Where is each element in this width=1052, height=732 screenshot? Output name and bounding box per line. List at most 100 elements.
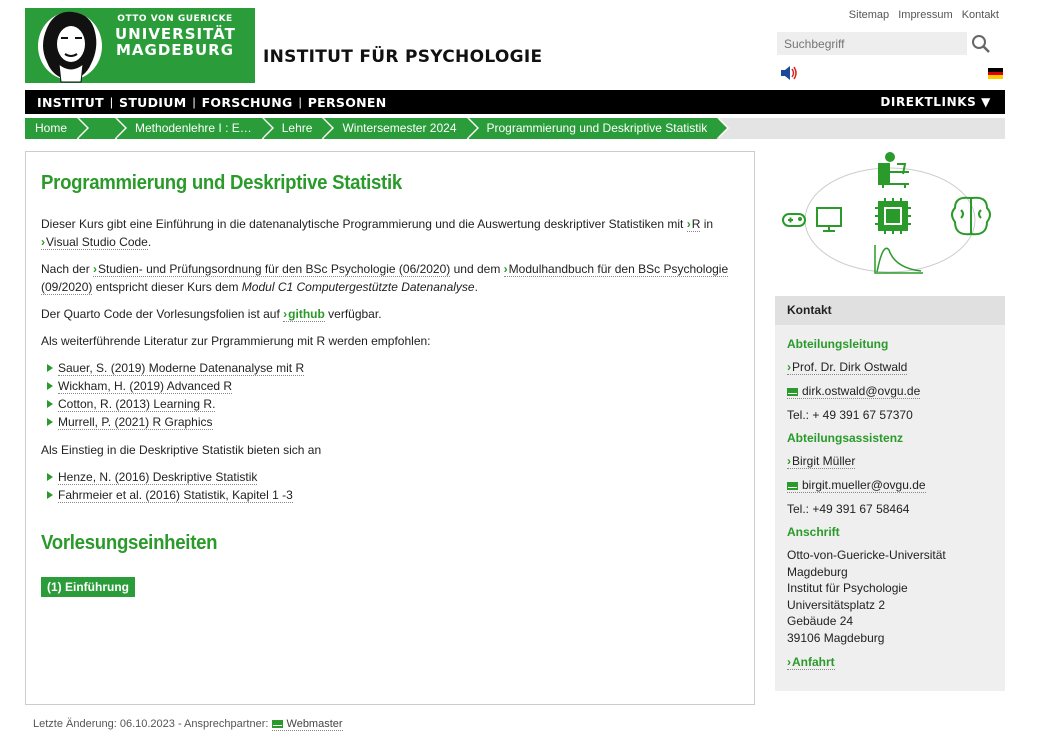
nav-item-personen[interactable]: PERSONEN [308, 95, 387, 110]
assist-phone: Tel.: +49 391 67 58464 [787, 502, 910, 516]
main-navigation: INSTITUT | STUDIUM | FORSCHUNG | PERSONE… [25, 90, 1005, 114]
literature-link[interactable]: Henze, N. (2016) Deskriptive Statistik [58, 470, 258, 485]
text: entspricht dieser Kurs dem [95, 280, 239, 294]
nav-separator: | [109, 95, 114, 109]
nav-separator: | [298, 95, 302, 109]
logo-line-1: OTTO VON GUERICKE [117, 14, 233, 24]
literature-link[interactable]: Cotton, R. (2013) Learning R. [58, 397, 216, 412]
lead-name-link[interactable]: ›Prof. Dr. Dirk Ostwald [787, 360, 908, 375]
kontakt-link[interactable]: Kontakt [962, 9, 999, 21]
studienordnung-link[interactable]: ›Studien- und Prüfungsordnung für den BS… [93, 262, 451, 277]
breadcrumb-wintersemester[interactable]: Wintersemester 2024 [324, 118, 479, 139]
top-links: Sitemap Impressum Kontakt [843, 9, 999, 21]
literature-list: Sauer, S. (2019) Moderne Datenanalyse mi… [47, 359, 739, 431]
mail-icon [271, 720, 283, 728]
webmaster-link[interactable]: Webmaster [271, 718, 343, 731]
literature-intro: Als weiterführende Literatur zur Prgramm… [41, 334, 431, 348]
list-item: Wickham, H. (2019) Advanced R [47, 377, 739, 395]
list-item: Fahrmeier et al. (2016) Statistik, Kapit… [47, 486, 739, 504]
list-item: Sauer, S. (2019) Moderne Datenanalyse mi… [47, 359, 739, 377]
link-label: Studien- und Prüfungsordnung für den BSc… [98, 262, 451, 276]
link-label: birgit.mueller@ovgu.de [802, 478, 926, 492]
main-content: Programmierung und Deskriptive Statistik… [25, 151, 755, 705]
guericke-portrait-icon [25, 8, 105, 83]
footer-text: Letzte Änderung: 06.10.2023 - Ansprechpa… [33, 718, 269, 730]
mail-icon [787, 388, 798, 396]
direktlinks-label: DIREKTLINKS [880, 95, 977, 109]
link-label: Visual Studio Code [46, 235, 148, 249]
logo-line-3: MAGDEBURG [115, 41, 235, 59]
search-input[interactable] [777, 32, 967, 55]
institute-title[interactable]: INSTITUT FÜR PSYCHOLOGIE [263, 47, 542, 67]
literature-link[interactable]: Wickham, H. (2019) Advanced R [58, 379, 233, 394]
text: . [147, 235, 152, 249]
text: und dem [453, 262, 501, 276]
assist-email-link[interactable]: birgit.mueller@ovgu.de [787, 478, 926, 493]
nav-item-studium[interactable]: STUDIUM [119, 95, 186, 110]
lead-phone: Tel.: + 49 391 67 57370 [787, 408, 913, 422]
text: . [474, 280, 478, 294]
sitemap-link[interactable]: Sitemap [849, 9, 889, 21]
text: verfügbar. [328, 307, 382, 321]
logo-line-2: UNIVERSITÄT [115, 25, 236, 43]
stats-literature-list: Henze, N. (2016) Deskriptive Statistik F… [47, 468, 739, 504]
impressum-link[interactable]: Impressum [898, 9, 952, 21]
address-line: Gebäude 24 [787, 614, 854, 628]
german-flag-icon[interactable] [988, 68, 1003, 79]
address-block: Otto-von-Guericke-Universität Magdeburg … [787, 547, 993, 646]
stats-intro: Als Einstieg in die Deskriptive Statisti… [41, 443, 322, 457]
address-line: Otto-von-Guericke-Universität [787, 548, 946, 562]
nav-item-institut[interactable]: INSTITUT [37, 95, 104, 110]
nav-item-forschung[interactable]: FORSCHUNG [202, 95, 293, 110]
breadcrumb-home[interactable]: Home [25, 118, 90, 139]
university-logo[interactable]: OTTO VON GUERICKE UNIVERSITÄT MAGDEBURG [25, 8, 255, 83]
list-item: Henze, N. (2016) Deskriptive Statistik [47, 468, 739, 486]
lead-email-link[interactable]: dirk.ostwald@ovgu.de [787, 384, 921, 399]
r-link[interactable]: ›R [686, 217, 701, 232]
link-label: Anfahrt [792, 655, 835, 669]
link-label: R [691, 217, 701, 231]
intro-paragraph: Dieser Kurs gibt eine Einführung in die … [41, 215, 739, 251]
brain-icon [951, 196, 991, 236]
caret-down-icon: ▼ [981, 95, 991, 109]
github-link[interactable]: ›github [283, 307, 325, 322]
literature-link[interactable]: Murrell, P. (2021) R Graphics [58, 415, 213, 430]
footer: Letzte Änderung: 06.10.2023 - Ansprechpa… [33, 718, 343, 731]
link-label: github [288, 307, 325, 321]
list-item: Cotton, R. (2013) Learning R. [47, 395, 739, 413]
search-icon[interactable] [970, 33, 992, 55]
processor-icon [875, 198, 911, 234]
contact-panel: Kontakt Abteilungsleitung ›Prof. Dr. Dir… [775, 296, 1005, 691]
mail-icon [787, 482, 798, 490]
vscode-link[interactable]: ›Visual Studio Code [41, 235, 148, 250]
text: Nach der [41, 262, 90, 276]
link-label: Prof. Dr. Dirk Ostwald [792, 360, 908, 374]
breadcrumb: Home Methodenlehre I : E… Lehre Winterse… [25, 118, 1005, 139]
literature-link[interactable]: Sauer, S. (2019) Moderne Datenanalyse mi… [58, 361, 305, 376]
assist-name-link[interactable]: ›Birgit Müller [787, 454, 856, 469]
address-line: Universitätsplatz 2 [787, 597, 886, 612]
monitor-icon [816, 207, 842, 232]
lecture-button[interactable]: (1) Einführung [41, 577, 135, 597]
computer-user-icon [878, 152, 909, 188]
address-line: Institut für Psychologie [787, 581, 908, 595]
contact-heading: Kontakt [775, 296, 1005, 325]
github-paragraph: Der Quarto Code der Vorlesungsfolien ist… [41, 305, 739, 323]
direktlinks-dropdown[interactable]: DIREKTLINKS ▼ [880, 95, 991, 109]
gamepad-icon [782, 213, 806, 227]
address-label: Anschrift [787, 525, 840, 539]
breadcrumb-current[interactable]: Programmierung und Deskriptive Statistik [468, 118, 730, 139]
link-label: Webmaster [286, 718, 343, 730]
module-name: Modul C1 Computergestützte Datenanalyse [241, 280, 475, 294]
assist-label: Abteilungsassistenz [787, 431, 904, 445]
page-title: Programmierung und Deskriptive Statistik [41, 172, 402, 194]
speaker-icon[interactable] [780, 65, 798, 81]
distribution-chart-icon [874, 245, 923, 274]
anfahrt-link[interactable]: ›Anfahrt [787, 655, 835, 670]
address-line: Magdeburg [787, 564, 848, 579]
breadcrumb-methodenlehre[interactable]: Methodenlehre I : E… [117, 118, 274, 139]
link-label: Birgit Müller [792, 454, 856, 468]
lead-label: Abteilungsleitung [787, 337, 889, 351]
literature-link[interactable]: Fahrmeier et al. (2016) Statistik, Kapit… [58, 488, 293, 503]
text: Der Quarto Code der Vorlesungsfolien ist… [41, 307, 280, 321]
